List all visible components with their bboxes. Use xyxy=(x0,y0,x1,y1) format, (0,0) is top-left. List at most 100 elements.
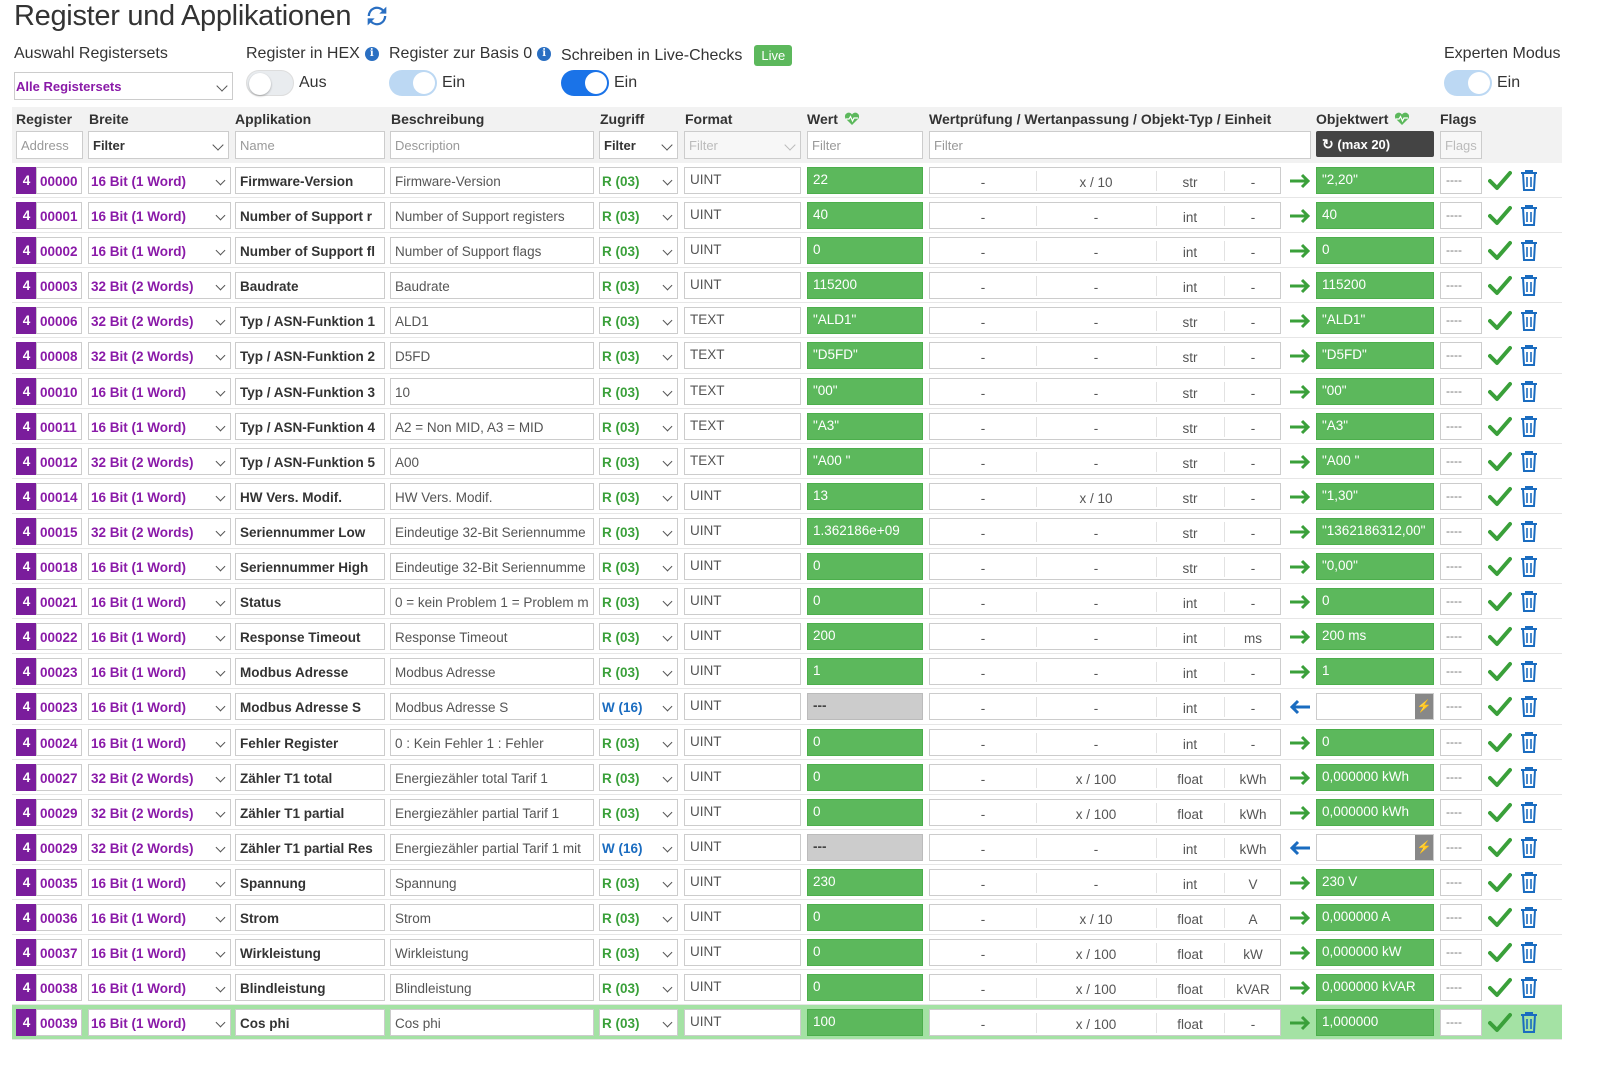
application-name-field[interactable]: HW Vers. Modif. xyxy=(235,482,385,510)
access-select[interactable]: R (03) xyxy=(599,167,678,194)
access-select[interactable]: W (16) xyxy=(599,833,678,861)
live-toggle[interactable] xyxy=(561,70,609,96)
flags-field[interactable]: ---- xyxy=(1440,307,1482,335)
description-field[interactable]: A00 xyxy=(390,447,594,475)
application-name-field[interactable]: Modbus Adresse S xyxy=(235,693,385,721)
width-select[interactable]: 16 Bit (1 Word) xyxy=(88,868,231,896)
width-select[interactable]: 16 Bit (1 Word) xyxy=(88,482,231,510)
access-select[interactable]: R (03) xyxy=(599,623,678,651)
width-select[interactable]: 32 Bit (2 Words) xyxy=(88,272,231,300)
filter-wertpruefung[interactable]: Filter xyxy=(929,131,1311,159)
application-name-field[interactable]: Baudrate xyxy=(235,272,385,300)
flags-field[interactable]: ---- xyxy=(1440,798,1482,826)
flags-field[interactable]: ---- xyxy=(1440,1009,1482,1037)
description-field[interactable]: Firmware-Version xyxy=(390,167,594,194)
address-field[interactable]: 00010 xyxy=(36,377,82,405)
value-check-group[interactable]: - - int - xyxy=(929,272,1281,300)
format-field[interactable]: UINT xyxy=(684,553,801,581)
format-field[interactable]: UINT xyxy=(684,517,801,545)
value-check-group[interactable]: - x / 10 str - xyxy=(929,167,1281,194)
width-select[interactable]: 16 Bit (1 Word) xyxy=(88,202,231,230)
address-field[interactable]: 00008 xyxy=(36,342,82,370)
width-select[interactable]: 16 Bit (1 Word) xyxy=(88,728,231,756)
width-select[interactable]: 32 Bit (2 Words) xyxy=(88,833,231,861)
value-check-group[interactable]: - - str - xyxy=(929,553,1281,581)
format-field[interactable]: TEXT xyxy=(684,377,801,405)
description-field[interactable]: 0 = kein Problem 1 = Problem m xyxy=(390,588,594,616)
flags-field[interactable]: ---- xyxy=(1440,623,1482,651)
address-field[interactable]: 00021 xyxy=(36,588,82,616)
format-field[interactable]: UINT xyxy=(684,693,801,721)
description-field[interactable]: 0 : Kein Fehler 1 : Fehler xyxy=(390,728,594,756)
description-field[interactable]: Blindleistung xyxy=(390,974,594,1002)
access-select[interactable]: R (03) xyxy=(599,342,678,370)
application-name-field[interactable]: Fehler Register xyxy=(235,728,385,756)
filter-format[interactable]: Filter xyxy=(684,131,801,159)
col-register[interactable]: Register xyxy=(16,111,72,127)
value-check-group[interactable]: - - int - xyxy=(929,588,1281,616)
description-field[interactable]: Strom xyxy=(390,903,594,931)
check-icon[interactable] xyxy=(1488,871,1512,893)
check-icon[interactable] xyxy=(1488,941,1512,963)
width-select[interactable]: 16 Bit (1 Word) xyxy=(88,1009,231,1037)
flags-field[interactable]: ---- xyxy=(1440,868,1482,896)
access-select[interactable]: R (03) xyxy=(599,307,678,335)
check-icon[interactable] xyxy=(1488,309,1512,331)
value-check-group[interactable]: - - int kWh xyxy=(929,833,1281,861)
application-name-field[interactable]: Spannung xyxy=(235,868,385,896)
value-check-group[interactable]: - - str - xyxy=(929,377,1281,405)
application-name-field[interactable]: Strom xyxy=(235,903,385,931)
description-field[interactable]: D5FD xyxy=(390,342,594,370)
check-icon[interactable] xyxy=(1488,344,1512,366)
access-select[interactable]: R (03) xyxy=(599,728,678,756)
check-icon[interactable] xyxy=(1488,590,1512,612)
flags-field[interactable]: ---- xyxy=(1440,728,1482,756)
flags-field[interactable]: ---- xyxy=(1440,974,1482,1002)
filter-description[interactable]: Description xyxy=(390,131,594,159)
application-name-field[interactable]: Seriennummer High xyxy=(235,553,385,581)
application-name-field[interactable]: Number of Support r xyxy=(235,202,385,230)
application-name-field[interactable]: Typ / ASN-Funktion 3 xyxy=(235,377,385,405)
flags-field[interactable]: ---- xyxy=(1440,903,1482,931)
check-icon[interactable] xyxy=(1488,766,1512,788)
value-check-group[interactable]: - x / 100 float kW xyxy=(929,939,1281,967)
address-field[interactable]: 00001 xyxy=(36,202,82,230)
address-field[interactable]: 00037 xyxy=(36,939,82,967)
value-check-group[interactable]: - - str - xyxy=(929,342,1281,370)
value-check-group[interactable]: - - int - xyxy=(929,728,1281,756)
check-icon[interactable] xyxy=(1488,520,1512,542)
address-field[interactable]: 00023 xyxy=(36,693,82,721)
flags-field[interactable]: ---- xyxy=(1440,833,1482,861)
check-icon[interactable] xyxy=(1488,274,1512,296)
address-field[interactable]: 00024 xyxy=(36,728,82,756)
format-field[interactable]: UINT xyxy=(684,167,801,194)
description-field[interactable]: Modbus Adresse S xyxy=(390,693,594,721)
width-select[interactable]: 32 Bit (2 Words) xyxy=(88,307,231,335)
access-select[interactable]: R (03) xyxy=(599,798,678,826)
width-select[interactable]: 16 Bit (1 Word) xyxy=(88,553,231,581)
trash-icon[interactable] xyxy=(1518,694,1540,718)
check-icon[interactable] xyxy=(1488,976,1512,998)
flags-field[interactable]: ---- xyxy=(1440,517,1482,545)
description-field[interactable]: Eindeutige 32-Bit Seriennumme xyxy=(390,553,594,581)
access-select[interactable]: R (03) xyxy=(599,974,678,1002)
format-field[interactable]: UINT xyxy=(684,903,801,931)
value-check-group[interactable]: - x / 100 float kWh xyxy=(929,763,1281,791)
flags-field[interactable]: ---- xyxy=(1440,588,1482,616)
value-check-group[interactable]: - - int - xyxy=(929,693,1281,721)
info-icon[interactable]: i xyxy=(364,47,379,61)
address-field[interactable]: 00018 xyxy=(36,553,82,581)
check-icon[interactable] xyxy=(1488,906,1512,928)
check-icon[interactable] xyxy=(1488,450,1512,472)
trash-icon[interactable] xyxy=(1518,589,1540,613)
trash-icon[interactable] xyxy=(1518,940,1540,964)
check-icon[interactable] xyxy=(1488,625,1512,647)
check-icon[interactable] xyxy=(1488,555,1512,577)
address-field[interactable]: 00022 xyxy=(36,623,82,651)
flags-field[interactable]: ---- xyxy=(1440,167,1482,194)
width-select[interactable]: 16 Bit (1 Word) xyxy=(88,377,231,405)
trash-icon[interactable] xyxy=(1518,765,1540,789)
description-field[interactable]: Spannung xyxy=(390,868,594,896)
width-select[interactable]: 32 Bit (2 Words) xyxy=(88,447,231,475)
description-field[interactable]: HW Vers. Modif. xyxy=(390,482,594,510)
